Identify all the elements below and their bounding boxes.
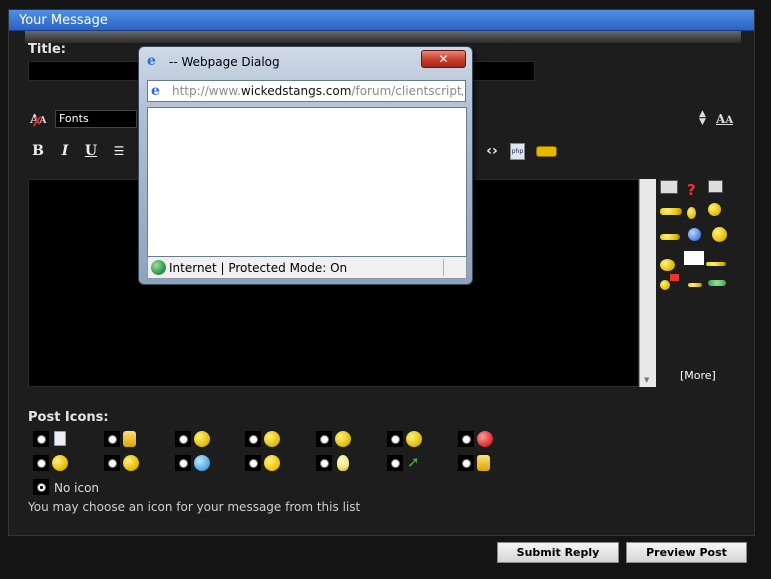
- radio-button[interactable]: [175, 455, 191, 471]
- wink-icon: [194, 431, 210, 447]
- globe-icon: [151, 260, 166, 275]
- sad-smilie-icon[interactable]: [688, 228, 701, 241]
- submit-reply-button[interactable]: Submit Reply: [497, 542, 619, 563]
- radio-button[interactable]: [245, 431, 261, 447]
- radio-button[interactable]: [33, 455, 49, 471]
- smilie-1-icon[interactable]: [660, 208, 682, 215]
- italic-button[interactable]: I: [55, 141, 75, 161]
- more-smilies-link[interactable]: [More]: [680, 369, 716, 382]
- thumbs-up-icon: [477, 455, 490, 471]
- status-bar: Internet | Protected Mode: On: [147, 257, 467, 279]
- align-left-icon[interactable]: ☰: [109, 141, 129, 161]
- radio-button[interactable]: [458, 431, 474, 447]
- no-icon-label: No icon: [54, 481, 100, 495]
- sign-smilie-icon[interactable]: [660, 180, 678, 194]
- smilie-5-icon[interactable]: [712, 227, 727, 242]
- font-size-icon[interactable]: AA: [716, 112, 733, 126]
- angry-icon: [477, 431, 493, 447]
- title-label: Title:: [28, 42, 67, 57]
- post-icons-label: Post Icons:: [28, 410, 109, 425]
- status-divider: [443, 259, 444, 276]
- radio-button[interactable]: [316, 455, 332, 471]
- ie-logo-icon: e: [147, 53, 156, 69]
- ie-page-icon: e: [151, 83, 160, 99]
- header-strip: [25, 31, 741, 43]
- smilie-6-icon[interactable]: [660, 259, 675, 271]
- php-icon[interactable]: php: [510, 143, 525, 160]
- sign2-smilie-icon[interactable]: [708, 180, 723, 193]
- white-smilie-icon[interactable]: [684, 251, 704, 265]
- radio-button[interactable]: [458, 455, 474, 471]
- radio-button[interactable]: [33, 431, 49, 447]
- flag-smilie-icon[interactable]: [670, 274, 679, 281]
- radio-button[interactable]: [245, 455, 261, 471]
- radio-button[interactable]: [387, 431, 403, 447]
- frown-icon: [406, 431, 422, 447]
- smilie-8-icon[interactable]: [660, 280, 670, 290]
- url-text: http://www.wickedstangs.com/forum/client…: [172, 84, 463, 98]
- question-icon: [194, 455, 210, 471]
- radio-button-selected[interactable]: [33, 479, 49, 495]
- question-smilie-icon[interactable]: ?: [687, 181, 696, 199]
- smilie-10-icon[interactable]: [708, 280, 726, 286]
- imdb-icon[interactable]: [536, 146, 557, 157]
- editor-scrollbar[interactable]: ▼: [639, 179, 656, 387]
- underline-button[interactable]: U: [81, 141, 101, 161]
- webpage-dialog: e -- Webpage Dialog ✕ e http://www.wicke…: [138, 46, 473, 285]
- document-icon: [54, 431, 66, 446]
- font-select[interactable]: Fonts: [55, 110, 137, 128]
- smilie-9-icon[interactable]: [688, 283, 702, 287]
- cool-icon: [123, 455, 139, 471]
- remove-format-icon[interactable]: AA ✗: [30, 112, 46, 130]
- radio-button[interactable]: [316, 431, 332, 447]
- smilie-2-icon[interactable]: [687, 207, 696, 219]
- close-button[interactable]: ✕: [421, 50, 466, 68]
- smilie-3-icon[interactable]: [708, 203, 721, 216]
- dialog-content: [147, 107, 467, 257]
- exclamation-icon: [264, 455, 280, 471]
- code-tag-icon[interactable]: ‹›: [482, 141, 502, 161]
- smilie-7-icon[interactable]: [706, 262, 726, 266]
- grin-icon: [335, 431, 351, 447]
- preview-post-button[interactable]: Preview Post: [626, 542, 747, 563]
- arrow-icon: [406, 453, 422, 471]
- radio-button[interactable]: [175, 431, 191, 447]
- address-bar: e http://www.wickedstangs.com/forum/clie…: [147, 80, 466, 102]
- status-text: Internet | Protected Mode: On: [169, 261, 348, 275]
- bold-button[interactable]: B: [28, 141, 48, 161]
- radio-button[interactable]: [104, 455, 120, 471]
- smilie-4-icon[interactable]: [660, 234, 680, 240]
- panel-header: Your Message: [9, 10, 754, 31]
- dialog-title: -- Webpage Dialog: [169, 55, 280, 69]
- lightbulb-icon: [337, 455, 349, 471]
- post-icons-hint: You may choose an icon for your message …: [28, 500, 361, 514]
- cheerful-icon: [52, 455, 68, 471]
- thumbs-down-icon: [123, 431, 136, 447]
- resize-icon[interactable]: ▲ ▼: [699, 110, 706, 127]
- radio-button[interactable]: [387, 455, 403, 471]
- smile-icon: [264, 431, 280, 447]
- radio-button[interactable]: [104, 431, 120, 447]
